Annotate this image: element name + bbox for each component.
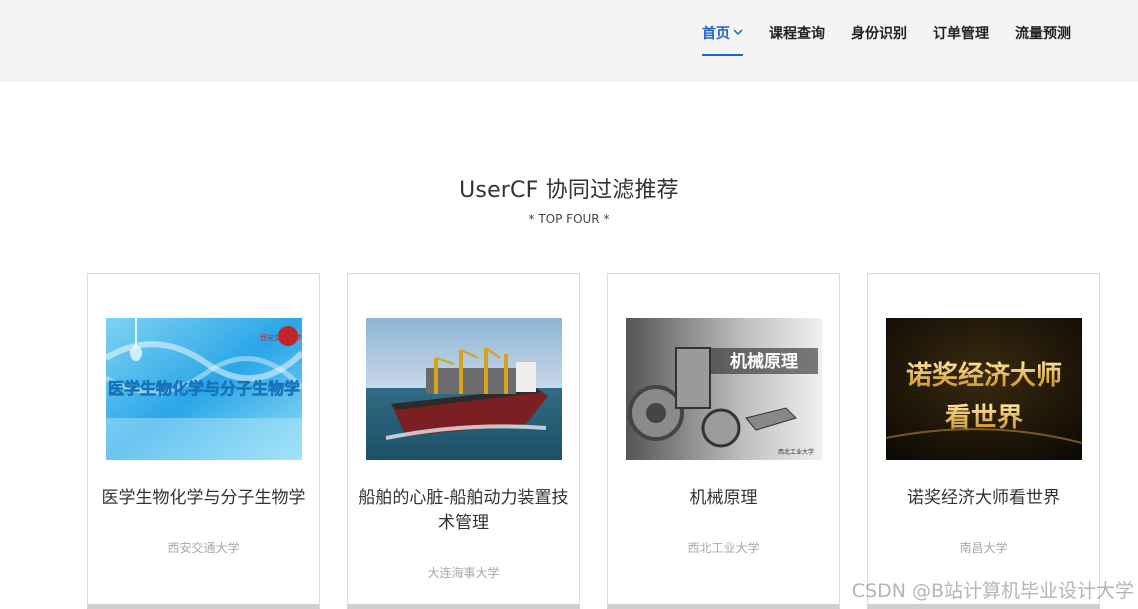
section-subtitle: * TOP FOUR * <box>528 212 610 226</box>
course-title[interactable]: 船舶的心脏-船舶动力装置技术管理 <box>354 486 573 536</box>
course-school: 西安交通大学 <box>167 541 240 555</box>
chevron-down-icon <box>733 29 743 36</box>
course-thumbnail[interactable]: 机械原理 西北工业大学 <box>626 318 822 460</box>
biochem-image: 西安交通大学 医学生物化学与分子生物学 <box>106 318 302 460</box>
course-thumbnail[interactable]: 诺奖经济大师 看世界 <box>886 318 1082 460</box>
nav-item-traffic-forecast[interactable]: 流量预测 <box>1002 24 1084 56</box>
image-text: 看世界 <box>945 403 1023 433</box>
nav-item-home[interactable]: 首页 <box>689 24 756 56</box>
course-title[interactable]: 医学生物化学与分子生物学 <box>94 486 313 511</box>
main-nav: 首页 课程查询 身份识别 订单管理 流量预测 <box>689 24 1084 56</box>
course-card[interactable]: 西安交通大学 医学生物化学与分子生物学 医学生物化学与分子生物学 西安交通大学 <box>87 273 320 609</box>
nav-label: 身份识别 <box>851 26 907 42</box>
nav-item-course-query[interactable]: 课程查询 <box>756 24 838 56</box>
nav-label: 课程查询 <box>769 26 825 42</box>
economics-image: 诺奖经济大师 看世界 <box>886 318 1082 460</box>
course-title[interactable]: 诺奖经济大师看世界 <box>874 486 1093 511</box>
section-title: UserCF 协同过滤推荐 <box>459 178 679 203</box>
nav-label: 订单管理 <box>933 26 989 42</box>
image-text: 诺奖经济大师 <box>906 360 1062 391</box>
course-school: 大连海事大学 <box>427 566 500 580</box>
ship-image <box>366 318 562 460</box>
nav-item-identity[interactable]: 身份识别 <box>838 24 920 56</box>
image-text: 医学生物化学与分子生物学 <box>108 379 300 398</box>
course-card[interactable]: 机械原理 西北工业大学 机械原理 西北工业大学 <box>607 273 840 609</box>
course-thumbnail[interactable] <box>366 318 562 460</box>
image-footer: 西北工业大学 <box>778 448 814 456</box>
logo-text: 西安交通大学 <box>260 333 302 342</box>
course-thumbnail[interactable]: 西安交通大学 医学生物化学与分子生物学 <box>106 318 302 460</box>
image-text: 机械原理 <box>730 351 798 372</box>
course-title[interactable]: 机械原理 <box>614 486 833 511</box>
course-card[interactable]: 诺奖经济大师 看世界 诺奖经济大师看世界 南昌大学 <box>867 273 1100 609</box>
course-card[interactable]: 船舶的心脏-船舶动力装置技术管理 大连海事大学 <box>347 273 580 609</box>
course-cards: 西安交通大学 医学生物化学与分子生物学 医学生物化学与分子生物学 西安交通大学 <box>87 273 1100 609</box>
watermark: CSDN @B站计算机毕业设计大学 <box>851 580 1134 602</box>
nav-label: 流量预测 <box>1015 26 1071 42</box>
mechanism-image: 机械原理 西北工业大学 <box>626 318 822 460</box>
top-nav-bar: 首页 课程查询 身份识别 订单管理 流量预测 <box>0 0 1138 82</box>
nav-item-orders[interactable]: 订单管理 <box>920 24 1002 56</box>
course-school: 西北工业大学 <box>687 541 760 555</box>
nav-label: 首页 <box>702 26 730 42</box>
course-school: 南昌大学 <box>959 541 1008 555</box>
